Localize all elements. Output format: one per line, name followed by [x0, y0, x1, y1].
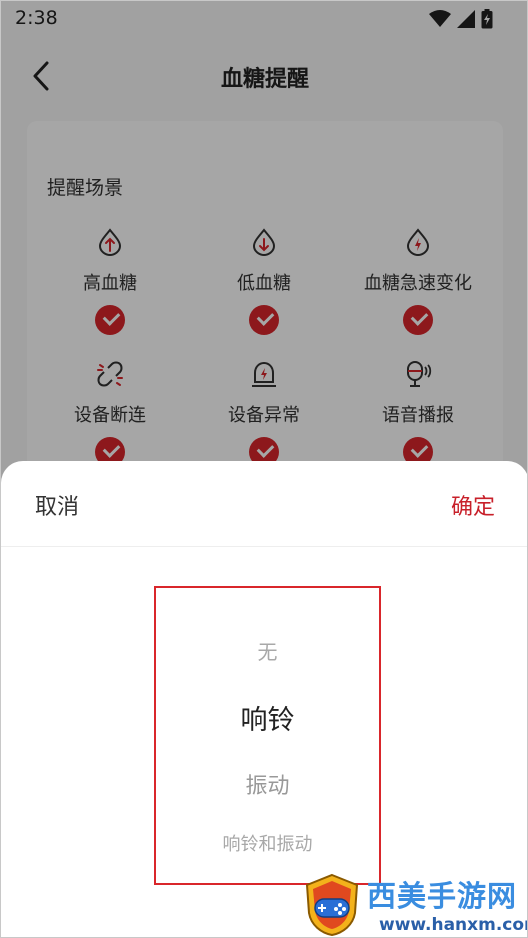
picker-item[interactable]: 响铃和振动 [156, 830, 379, 856]
app-screen: 2:38 血糖提醒 提醒场景 高血糖 低血糖 血糖急速变化 设备断连 设备异常 … [0, 0, 528, 938]
watermark-text: 西美手游网 [367, 879, 518, 913]
option-picker[interactable]: 无 响铃 振动 响铃和振动 [154, 586, 381, 885]
picker-item[interactable]: 振动 [156, 768, 379, 800]
sheet-header: 取消 确定 [1, 461, 527, 547]
cancel-button[interactable]: 取消 [35, 489, 79, 521]
gamepad-shield-logo [305, 873, 359, 937]
ring-mode-sheet: 取消 确定 无 响铃 振动 响铃和振动 [1, 461, 527, 937]
confirm-button[interactable]: 确定 [451, 489, 495, 521]
site-watermark: 西美手游网 www.hanxm.com [301, 871, 528, 937]
picker-item[interactable]: 无 [156, 636, 379, 665]
picker-item-selected[interactable]: 响铃 [156, 698, 379, 737]
watermark-url: www.hanxm.com [379, 915, 528, 935]
